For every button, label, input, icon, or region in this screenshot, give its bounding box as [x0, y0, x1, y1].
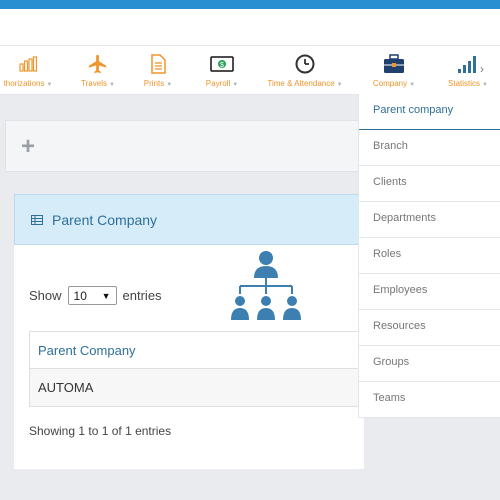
- airplane-icon: [74, 53, 122, 75]
- clock-icon: [262, 53, 348, 75]
- nav-item-statistics[interactable]: Statistics ▼: [440, 46, 496, 96]
- caret-down-icon: ▼: [336, 82, 343, 88]
- entries-length-control: Show 10 ▼ entries: [29, 286, 162, 305]
- column-header-parent-company[interactable]: Parent Company: [29, 331, 364, 369]
- show-label: Show: [29, 288, 62, 303]
- svg-text:$: $: [220, 62, 224, 69]
- caret-down-icon: ▼: [166, 82, 173, 88]
- menu-item-resources[interactable]: Resources: [359, 310, 500, 346]
- entries-label: entries: [122, 288, 162, 303]
- menu-item-branch[interactable]: Branch: [359, 130, 500, 166]
- nav-label: Statistics: [448, 79, 481, 88]
- entries-select[interactable]: 10 ▼: [67, 286, 117, 305]
- table-info: Showing 1 to 1 of 1 entries: [29, 424, 172, 438]
- card-header: Parent Company: [14, 194, 364, 245]
- nav-label: Travels: [81, 79, 107, 88]
- menu-item-groups[interactable]: Groups: [359, 346, 500, 382]
- top-accent-bar: [0, 0, 500, 9]
- caret-down-icon: ▼: [409, 82, 416, 88]
- add-panel: +: [5, 120, 365, 172]
- header-bar: [0, 9, 500, 45]
- menu-item-clients[interactable]: Clients: [359, 166, 500, 202]
- menu-item-parent-company[interactable]: Parent company: [359, 94, 500, 130]
- nav-label: Prints: [143, 79, 165, 88]
- menu-item-employees[interactable]: Employees: [359, 274, 500, 310]
- caret-down-icon: ▼: [101, 290, 111, 301]
- table-row[interactable]: AUTOMA: [29, 369, 364, 407]
- nav-label: Company: [372, 79, 408, 88]
- table-icon: [31, 215, 43, 225]
- caret-down-icon: ▼: [108, 82, 115, 88]
- caret-down-icon: ▼: [482, 82, 488, 88]
- menu-item-teams[interactable]: Teams: [359, 382, 500, 418]
- nav-item-time-attendance[interactable]: Time & Attendance ▼: [262, 46, 348, 96]
- entries-value: 10: [73, 288, 87, 303]
- nav-item-authorizations[interactable]: thorizations ▼: [0, 46, 60, 96]
- menu-item-departments[interactable]: Departments: [359, 202, 500, 238]
- main-navbar: thorizations ▼ Travels ▼ Prints ▼ $ Payroll…: [0, 45, 500, 96]
- briefcase-icon: [362, 53, 426, 75]
- add-icon[interactable]: +: [21, 133, 35, 161]
- nav-label: Time & Attendance: [267, 79, 335, 88]
- parent-company-table: Parent Company AUTOMA: [29, 331, 364, 407]
- document-icon: [136, 53, 180, 75]
- org-chart-icon: [231, 251, 301, 320]
- nav-label: thorizations: [3, 79, 45, 88]
- chevron-right-icon[interactable]: ›: [480, 62, 484, 76]
- nav-label: Payroll: [205, 79, 231, 88]
- caret-down-icon: ▼: [232, 82, 239, 88]
- bar-chart-icon: [0, 53, 60, 75]
- nav-item-payroll[interactable]: $ Payroll ▼: [194, 46, 250, 96]
- caret-down-icon: ▼: [46, 82, 53, 88]
- menu-item-roles[interactable]: Roles: [359, 238, 500, 274]
- card-title: Parent Company: [52, 212, 158, 228]
- signal-bars-icon: [440, 53, 496, 75]
- banknote-icon: $: [194, 53, 250, 75]
- nav-item-travels[interactable]: Travels ▼: [74, 46, 122, 96]
- company-dropdown-menu: Parent company Branch Clients Department…: [358, 94, 500, 418]
- nav-item-prints[interactable]: Prints ▼: [136, 46, 180, 96]
- nav-item-company[interactable]: Company ▼: [362, 46, 426, 96]
